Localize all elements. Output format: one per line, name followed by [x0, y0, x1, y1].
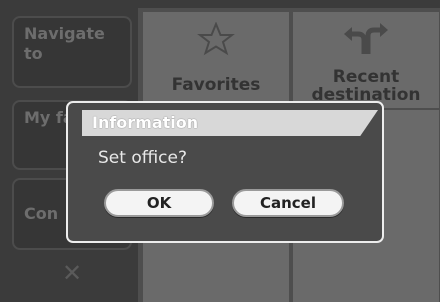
cancel-button-label: Cancel	[259, 194, 316, 212]
dialog-titlebar: Information	[82, 110, 378, 136]
information-dialog: Information Set office? OK Cancel	[66, 101, 384, 243]
navigate-to-label: Navigate to	[24, 24, 105, 63]
turn-arrows-icon	[293, 22, 439, 61]
contacts-label: Con	[24, 204, 59, 223]
navigate-to-button[interactable]: Navigate to	[12, 16, 132, 88]
dialog-message: Set office?	[98, 148, 187, 168]
cancel-button[interactable]: Cancel	[232, 189, 344, 217]
recent-destination-tile-label: Recent destination	[311, 67, 421, 105]
star-icon	[143, 21, 289, 61]
ok-button-label: OK	[146, 194, 172, 212]
screen: Navigate to My fav Con ✕ Favorites Recen…	[0, 0, 440, 302]
favorites-tile[interactable]: Favorites	[143, 12, 289, 108]
favorites-tile-label: Favorites	[171, 75, 261, 95]
ok-button[interactable]: OK	[104, 189, 214, 217]
recent-destination-tile[interactable]: Recent destination	[293, 12, 439, 108]
dialog-title: Information	[92, 113, 199, 132]
close-icon[interactable]: ✕	[52, 258, 92, 288]
